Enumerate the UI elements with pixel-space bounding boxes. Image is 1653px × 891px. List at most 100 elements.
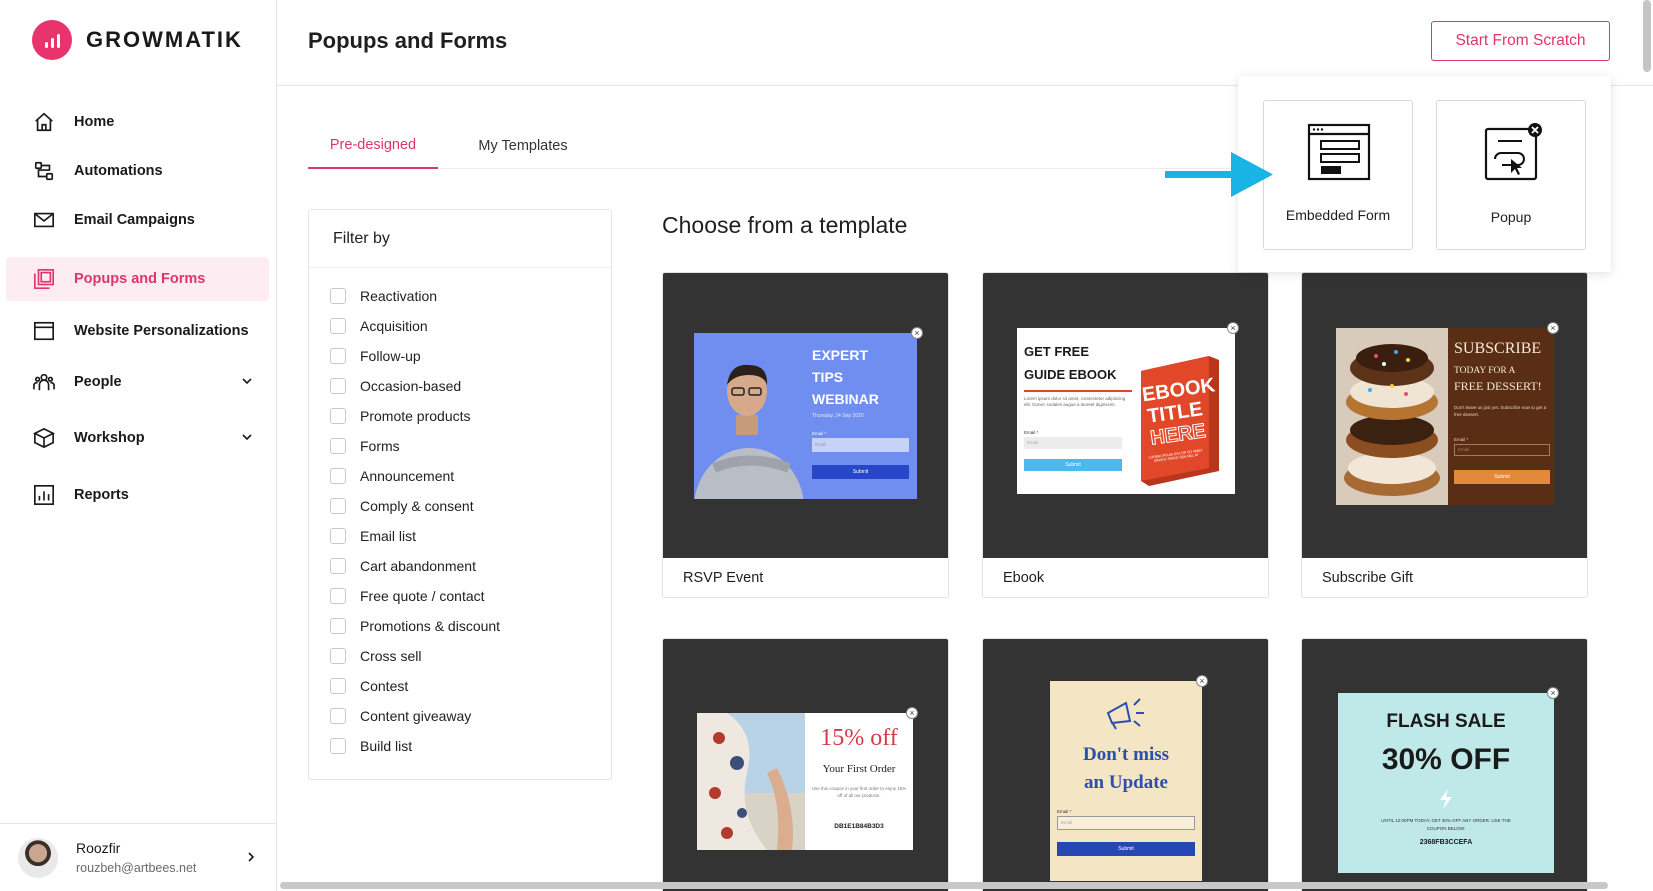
filter-checkbox[interactable]: [330, 498, 346, 514]
filter-option[interactable]: Occasion-based: [330, 375, 461, 397]
filter-checkbox[interactable]: [330, 588, 346, 604]
lightning-icon: [1440, 789, 1452, 809]
filter-option[interactable]: Announcement: [330, 465, 454, 487]
sidebar-item-automations[interactable]: Automations: [6, 149, 269, 193]
sidebar-item-popups-and-forms[interactable]: Popups and Forms: [6, 257, 269, 301]
brand[interactable]: GROWMATIK: [32, 20, 243, 60]
sidebar-item-label: Popups and Forms: [74, 271, 206, 287]
sidebar-item-people[interactable]: People: [6, 360, 269, 404]
rsvp-submit: Submit: [812, 465, 909, 479]
sidebar-item-workshop[interactable]: Workshop: [6, 416, 269, 460]
sidebar-item-reports[interactable]: Reports: [6, 473, 269, 517]
filter-checkbox[interactable]: [330, 318, 346, 334]
filter-checkbox[interactable]: [330, 528, 346, 544]
filter-checkbox[interactable]: [330, 438, 346, 454]
close-icon: ×: [911, 327, 923, 339]
ebook-popup: GET FREE GUIDE EBOOK Lorem ipsum dolor s…: [1017, 328, 1235, 494]
sidebar-item-email-campaigns[interactable]: Email Campaigns: [6, 198, 269, 242]
rsvp-email-label: Email *: [812, 431, 827, 436]
filter-option[interactable]: Promotions & discount: [330, 615, 500, 637]
megaphone-icon: [1106, 698, 1144, 730]
update-email-input: Email: [1057, 816, 1195, 830]
section-title: Choose from a template: [662, 212, 908, 238]
filter-checkbox[interactable]: [330, 708, 346, 724]
user-profile[interactable]: Roozfir rouzbeh@artbees.net: [0, 823, 276, 891]
filter-checkbox[interactable]: [330, 738, 346, 754]
donut-photo: [1336, 328, 1448, 505]
template-preview: Don't miss an Update Email * Email Submi…: [983, 639, 1268, 891]
rsvp-headline-line: TIPS: [812, 369, 844, 385]
filter-option[interactable]: Forms: [330, 435, 400, 457]
gift-submit: Submit: [1454, 470, 1550, 484]
popup-option[interactable]: Popup: [1436, 100, 1586, 250]
filter-option-label: Comply & consent: [360, 498, 474, 514]
filter-checkbox[interactable]: [330, 408, 346, 424]
filter-checkbox[interactable]: [330, 678, 346, 694]
tab-my-templates[interactable]: My Templates: [458, 122, 588, 169]
template-card-ebook[interactable]: GET FREE GUIDE EBOOK Lorem ipsum dolor s…: [982, 272, 1269, 598]
bar-chart-icon: [32, 483, 56, 507]
filter-option-label: Follow-up: [360, 348, 421, 364]
ebook-submit: Submit: [1024, 459, 1122, 471]
gift-headline: SUBSCRIBE: [1454, 340, 1542, 357]
filter-checkbox[interactable]: [330, 288, 346, 304]
fashion-photo: [697, 713, 805, 850]
people-icon: [32, 370, 56, 394]
filter-option[interactable]: Comply & consent: [330, 495, 474, 517]
sidebar-item-label: Workshop: [74, 430, 145, 446]
filter-checkbox[interactable]: [330, 348, 346, 364]
vertical-scrollbar[interactable]: [1643, 0, 1651, 72]
chevron-right-icon: [246, 850, 256, 868]
filter-option[interactable]: Cross sell: [330, 645, 421, 667]
filter-option[interactable]: Cart abandonment: [330, 555, 476, 577]
template-preview: 15% off Your First Order Use this coupon…: [663, 639, 948, 891]
filter-option[interactable]: Build list: [330, 735, 412, 757]
filter-option-label: Content giveaway: [360, 708, 472, 724]
filter-option-label: Promotions & discount: [360, 618, 501, 634]
template-card-flash-sale[interactable]: FLASH SALE 30% OFF UNTIL 12:00PM TODAY, …: [1301, 638, 1588, 891]
template-card-update[interactable]: Don't miss an Update Email * Email Submi…: [982, 638, 1269, 891]
filter-option[interactable]: Content giveaway: [330, 705, 471, 727]
automations-icon: [32, 159, 56, 183]
filter-option[interactable]: Free quote / contact: [330, 585, 485, 607]
coupon-popup: 15% off Your First Order Use this coupon…: [697, 713, 913, 850]
filter-option[interactable]: Contest: [330, 675, 408, 697]
template-card-subscribe-gift[interactable]: SUBSCRIBE TODAY FOR A FREE DESSERT! Don'…: [1301, 272, 1588, 598]
start-from-scratch-button[interactable]: Start From Scratch: [1431, 21, 1610, 61]
update-submit: Submit: [1057, 842, 1195, 856]
ebook-headline-line: GUIDE EBOOK: [1024, 367, 1117, 382]
tab-pre-designed[interactable]: Pre-designed: [308, 122, 438, 169]
template-preview: SUBSCRIBE TODAY FOR A FREE DESSERT! Don'…: [1302, 273, 1587, 558]
template-card-coupon[interactable]: 15% off Your First Order Use this coupon…: [662, 638, 949, 891]
filter-option[interactable]: Email list: [330, 525, 416, 547]
ebook-body: Lorem ipsum dolor sit amet, consectetur …: [1024, 396, 1126, 407]
filter-checkbox[interactable]: [330, 378, 346, 394]
filter-title: Filter by: [309, 210, 611, 268]
filter-checkbox[interactable]: [330, 468, 346, 484]
envelope-icon: [32, 208, 56, 232]
horizontal-scrollbar[interactable]: [280, 882, 1608, 889]
close-icon: ×: [1547, 687, 1559, 699]
filter-option[interactable]: Acquisition: [330, 315, 428, 337]
filter-checkbox[interactable]: [330, 648, 346, 664]
rsvp-headline-line: WEBINAR: [812, 391, 879, 407]
close-icon: ×: [906, 707, 918, 719]
chevron-down-icon: [241, 374, 253, 392]
filter-checkbox[interactable]: [330, 558, 346, 574]
filter-checkbox[interactable]: [330, 618, 346, 634]
filter-option-label: Build list: [360, 738, 413, 754]
filter-option-label: Email list: [360, 528, 417, 544]
filter-panel: Filter by Reactivation Acquisition Follow-…: [308, 209, 612, 780]
sidebar-item-home[interactable]: Home: [6, 100, 269, 144]
filter-option[interactable]: Reactivation: [330, 285, 437, 307]
update-email-label: Email *: [1057, 809, 1072, 814]
filter-option[interactable]: Follow-up: [330, 345, 421, 367]
brand-name: GROWMATIK: [86, 27, 243, 52]
embedded-form-option[interactable]: Embedded Form: [1263, 100, 1413, 250]
chevron-down-icon: [241, 430, 253, 448]
start-from-scratch-menu: Embedded Form Popup: [1238, 76, 1611, 272]
template-card-rsvp-event[interactable]: EXPERT TIPS WEBINAR Thursday, 24 Sep 202…: [662, 272, 949, 598]
filter-option[interactable]: Promote products: [330, 405, 471, 427]
sidebar-item-website-personalizations[interactable]: Website Personalizations: [6, 309, 269, 353]
rsvp-headline-line: EXPERT: [812, 347, 869, 363]
